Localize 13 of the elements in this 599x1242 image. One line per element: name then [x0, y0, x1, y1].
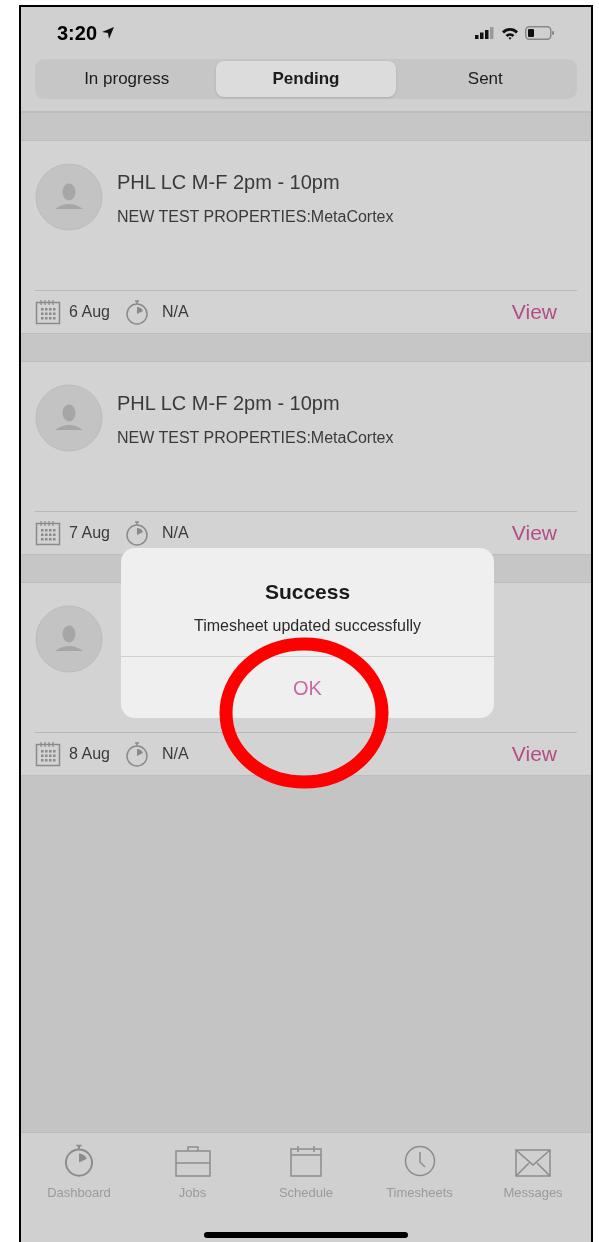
duration-text: N/A — [161, 302, 189, 322]
status-time: 3:20 — [57, 21, 98, 46]
duration-text: N/A — [161, 744, 189, 764]
job-title: PHL LC M-F 2pm - 10pm — [117, 391, 341, 416]
job-client: NEW TEST PROPERTIES:MetaCortex — [117, 428, 394, 448]
dialog-title: Success — [264, 579, 351, 605]
job-title: PHL LC M-F 2pm - 10pm — [117, 170, 341, 195]
job-client: NEW TEST PROPERTIES:MetaCortex — [117, 207, 394, 227]
date-text: 8 Aug — [69, 744, 110, 764]
date-text: 6 Aug — [69, 302, 110, 322]
duration-text: N/A — [161, 523, 189, 543]
dialog-message: Timesheet updated successfully — [193, 615, 422, 636]
date-text: 7 Aug — [69, 523, 110, 543]
